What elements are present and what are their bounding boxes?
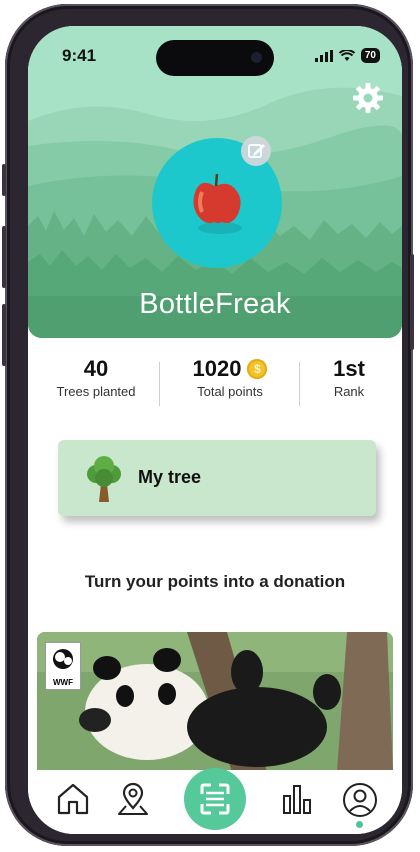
stat-value: 1st — [333, 356, 365, 381]
my-tree-button[interactable]: My tree — [58, 440, 376, 516]
front-camera-icon — [251, 52, 262, 63]
status-bar: 9:41 70 — [28, 40, 402, 76]
active-tab-indicator — [356, 821, 363, 828]
wwf-logo-text: WWF — [53, 678, 73, 687]
stat-divider — [299, 362, 300, 406]
bottom-nav — [28, 768, 402, 834]
wifi-icon — [338, 49, 355, 61]
username: BottleFreak — [139, 288, 291, 320]
wwf-logo: WWF — [45, 642, 81, 690]
scan-button[interactable] — [184, 768, 246, 830]
profile-icon[interactable] — [342, 782, 378, 818]
bar-chart-icon[interactable] — [280, 782, 314, 816]
my-tree-label: My tree — [138, 467, 202, 487]
wwf-panda-logo-icon — [53, 649, 73, 669]
app-screen: 9:41 70 BottleFreak 40 Trees planted 102… — [28, 26, 402, 834]
power-button — [410, 254, 414, 350]
home-icon[interactable] — [56, 782, 90, 816]
stat-label: Total points — [197, 384, 263, 399]
donation-heading: Turn your points into a donation — [84, 572, 346, 591]
stat-value: 40 — [83, 356, 109, 381]
stats-row: 40 Trees planted 1020 $ Total points 1st… — [28, 356, 402, 408]
gear-icon[interactable] — [352, 82, 384, 114]
scan-icon — [200, 783, 230, 815]
donation-card-wwf[interactable]: WWF — [37, 632, 393, 772]
stat-value: 1020 — [192, 356, 242, 381]
profile-header: 9:41 70 BottleFreak — [28, 26, 402, 338]
mute-switch — [2, 164, 6, 196]
volume-up-button — [2, 226, 6, 288]
stat-label: Rank — [333, 384, 365, 399]
stat-rank: 1st Rank — [314, 356, 384, 399]
volume-down-button — [2, 304, 6, 366]
stat-divider — [159, 362, 160, 406]
stat-total-points: 1020 $ Total points — [172, 356, 288, 399]
status-icons: 70 — [314, 48, 380, 63]
panda-photo — [37, 632, 393, 772]
coin-icon: $ — [247, 359, 268, 379]
phone-frame: 9:41 70 BottleFreak 40 Trees planted 102… — [2, 4, 414, 846]
signal-icon — [314, 49, 333, 62]
edit-profile-button[interactable] — [241, 136, 271, 166]
stat-trees-planted: 40 Trees planted — [48, 356, 144, 399]
edit-icon — [248, 144, 265, 158]
status-time: 9:41 — [62, 46, 97, 65]
map-pin-icon[interactable] — [116, 782, 150, 818]
battery-icon: 70 — [360, 48, 380, 63]
dynamic-island — [156, 40, 274, 76]
stat-label: Trees planted — [56, 384, 136, 399]
tree-icon — [87, 456, 121, 502]
